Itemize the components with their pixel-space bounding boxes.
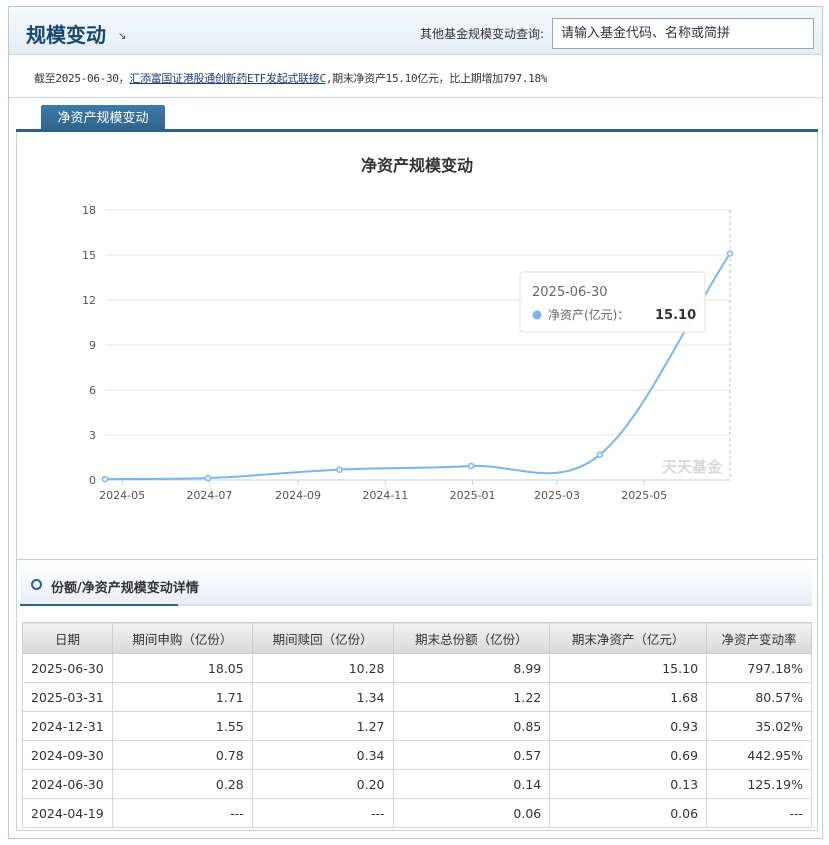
cell-total-shares: 0.14 — [392, 769, 551, 799]
cell-total-shares: 1.22 — [392, 682, 551, 712]
detail-section: 份额/净资产规模变动详情 日期 期间申购（亿份） 期间赎回（亿份） 期末总份额（… — [16, 559, 818, 831]
column-header: 期间赎回（亿份） — [251, 622, 394, 654]
cell-net-assets: 0.06 — [549, 798, 708, 828]
table-row: 2025-06-30 18.05 10.28 8.99 15.10 797.18… — [22, 653, 812, 683]
cell-change-rate: 797.18% — [706, 653, 812, 683]
column-header: 净资产变动率 — [706, 622, 812, 654]
fund-name-link[interactable]: 汇添富国证港股通创新药ETF发起式联接C — [129, 72, 326, 85]
tooltip-value: 15.10 — [655, 308, 696, 323]
cell-change-rate: 125.19% — [706, 769, 812, 799]
circle-bullet-icon — [31, 579, 42, 590]
cell-date: 2025-03-31 — [22, 682, 113, 712]
data-point — [596, 451, 604, 459]
cell-date: 2025-06-30 — [22, 653, 113, 683]
fund-scale-panel: 规模变动 ↘ 其他基金规模变动查询: 截至2025-06-30，汇添富国证港股通… — [8, 6, 823, 839]
page-title: 规模变动 — [26, 23, 106, 47]
cell-redeem: 1.27 — [251, 711, 394, 741]
cell-date: 2024-09-30 — [22, 740, 113, 770]
cell-date: 2024-12-31 — [22, 711, 113, 741]
column-header: 期间申购（亿份） — [111, 622, 253, 654]
cell-date: 2024-04-19 — [22, 798, 113, 828]
cell-redeem: 10.28 — [251, 653, 394, 683]
cell-change-rate: 442.95% — [706, 740, 812, 770]
cell-redeem: --- — [251, 798, 394, 828]
cell-total-shares: 8.99 — [392, 653, 551, 683]
header: 规模变动 ↘ 其他基金规模变动查询: — [9, 7, 822, 55]
chart-title: 净资产规模变动 — [361, 156, 473, 175]
cell-change-rate: 80.57% — [706, 682, 812, 712]
tooltip-marker — [532, 310, 542, 320]
x-tick-label: 2024-11 — [362, 489, 408, 502]
cell-redeem: 0.20 — [251, 769, 394, 799]
data-point — [726, 250, 734, 257]
y-tick-label: 0 — [89, 474, 96, 487]
summary-suffix: ,期末净资产15.10亿元，比上期增加797.18% — [325, 72, 548, 85]
table-row: 2024-06-30 0.28 0.20 0.14 0.13 125.19% — [22, 769, 812, 799]
cell-subscribe: 18.05 — [111, 653, 253, 683]
table-row: 2024-12-31 1.55 1.27 0.85 0.93 35.02% — [22, 711, 812, 741]
column-header: 期末总份额（亿份） — [392, 622, 551, 654]
x-tick-label: 2025-03 — [534, 489, 580, 502]
fund-search-input[interactable] — [552, 18, 814, 49]
x-tick-label: 2024-07 — [186, 489, 232, 502]
cell-change-rate: --- — [706, 798, 812, 828]
y-tick-label: 9 — [89, 339, 96, 352]
x-tick-label: 2025-01 — [450, 489, 496, 502]
column-header: 期末净资产（亿元） — [549, 622, 708, 654]
cell-total-shares: 0.57 — [392, 740, 551, 770]
cell-subscribe: 0.28 — [111, 769, 253, 799]
cell-subscribe: --- — [111, 798, 253, 828]
table-header-row: 日期 期间申购（亿份） 期间赎回（亿份） 期末总份额（亿份） 期末净资产（亿元）… — [22, 622, 812, 654]
summary-line: 截至2025-06-30，汇添富国证港股通创新药ETF发起式联接C,期末净资产1… — [9, 56, 822, 98]
data-point — [467, 462, 475, 470]
summary-prefix: 截至2025-06-30， — [34, 72, 130, 85]
table-row: 2024-09-30 0.78 0.34 0.57 0.69 442.95% — [22, 740, 812, 770]
cell-total-shares: 0.85 — [392, 711, 551, 741]
cell-change-rate: 35.02% — [706, 711, 812, 741]
y-tick-label: 6 — [89, 384, 96, 397]
net-asset-chart: 净资产规模变动 0 3 6 9 12 15 18 2024-05 2024-07 2024-09 20… — [82, 156, 734, 502]
cell-redeem: 0.34 — [251, 740, 394, 770]
tooltip-label: 净资产(亿元)： — [548, 307, 629, 322]
search-label: 其他基金规模变动查询: — [420, 27, 545, 41]
detail-header: 份额/净资产规模变动详情 — [20, 564, 812, 606]
cell-redeem: 1.34 — [251, 682, 394, 712]
scale-detail-table: 日期 期间申购（亿份） 期间赎回（亿份） 期末总份额（亿份） 期末净资产（亿元）… — [22, 622, 812, 828]
x-tick-label: 2024-05 — [99, 489, 145, 502]
column-header: 日期 — [22, 622, 113, 654]
y-tick-label: 18 — [82, 204, 96, 217]
cell-total-shares: 0.06 — [392, 798, 551, 828]
y-tick-label: 3 — [89, 429, 96, 442]
cell-net-assets: 0.13 — [549, 769, 708, 799]
cell-subscribe: 1.55 — [111, 711, 253, 741]
cell-net-assets: 0.93 — [549, 711, 708, 741]
tooltip-date: 2025-06-30 — [532, 285, 608, 300]
watermark-logo: 天天基金 — [662, 458, 723, 476]
table-row: 2024-04-19 --- --- 0.06 0.06 --- — [22, 798, 812, 828]
cell-subscribe: 1.71 — [111, 682, 253, 712]
y-tick-label: 15 — [82, 249, 96, 262]
tab-bar: 净资产规模变动 — [16, 99, 818, 132]
x-tick-label: 2024-09 — [275, 489, 321, 502]
y-tick-label: 12 — [82, 294, 96, 307]
expand-arrow-icon[interactable]: ↘ — [118, 31, 126, 42]
table-row: 2025-03-31 1.71 1.34 1.22 1.68 80.57% — [22, 682, 812, 712]
tab-net-asset-scale[interactable]: 净资产规模变动 — [41, 105, 165, 132]
data-point — [204, 474, 212, 482]
data-point — [336, 466, 343, 473]
cell-date: 2024-06-30 — [22, 769, 113, 799]
cell-net-assets: 1.68 — [549, 682, 708, 712]
tooltip-box — [519, 271, 706, 333]
cell-subscribe: 0.78 — [111, 740, 253, 770]
data-point — [101, 475, 109, 483]
header-underline — [20, 604, 178, 606]
chart-container: 净资产规模变动 0 3 6 9 12 15 18 2024-05 2024-07 2024-09 20… — [16, 132, 818, 560]
x-tick-label: 2025-05 — [621, 489, 667, 502]
cell-net-assets: 0.69 — [549, 740, 708, 770]
detail-title: 份额/净资产规模变动详情 — [51, 581, 199, 596]
cell-net-assets: 15.10 — [549, 653, 708, 683]
